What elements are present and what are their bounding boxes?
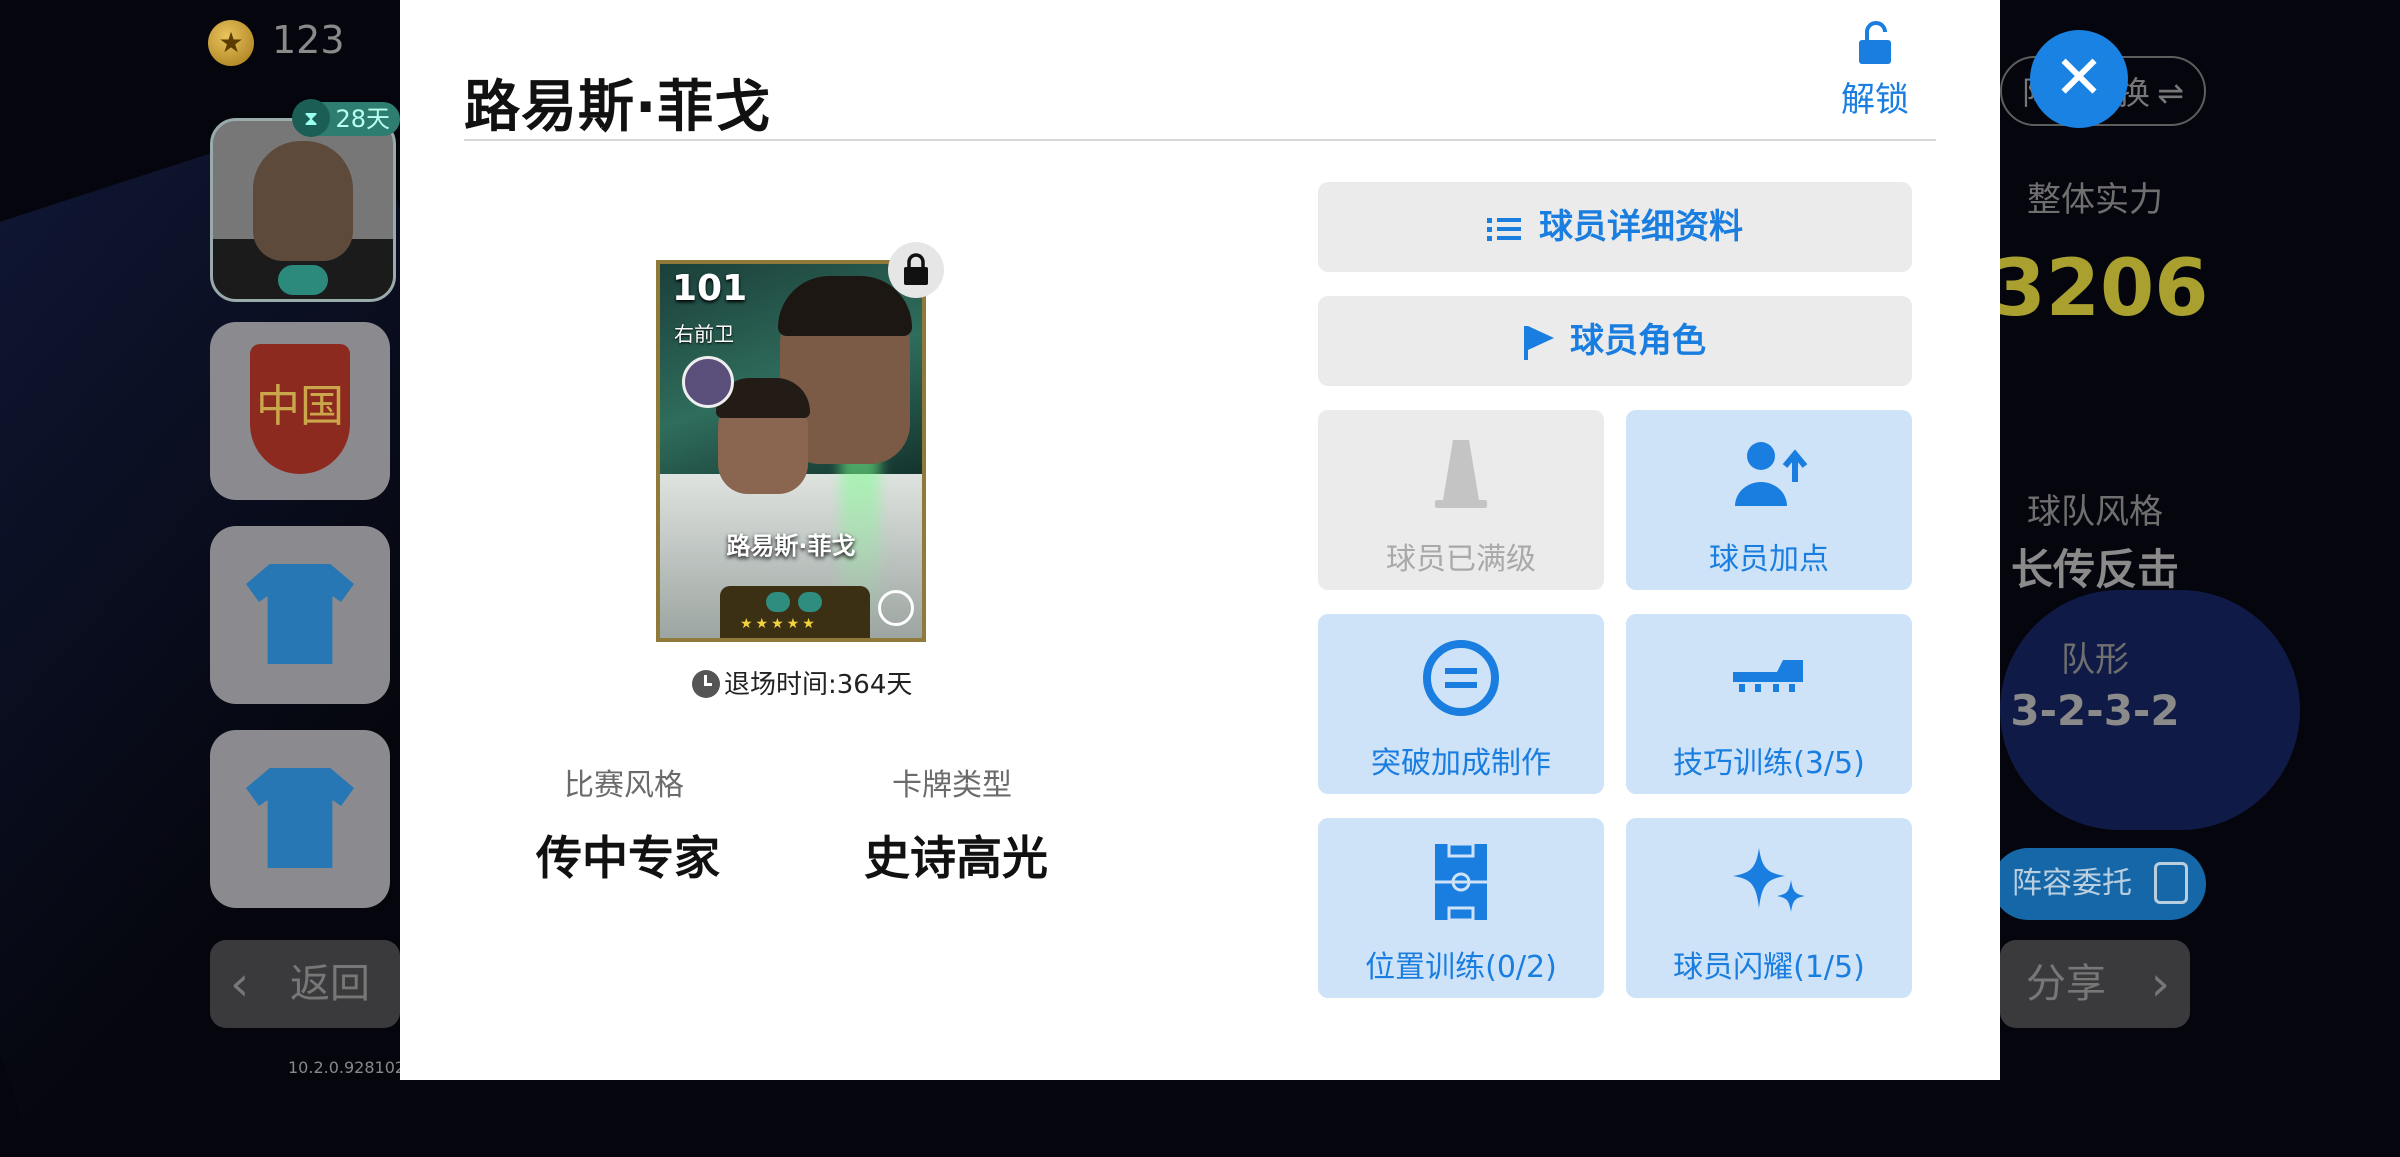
- entrust-label: 阵容委托: [2012, 866, 2132, 901]
- player-boost-icon: [1735, 442, 1808, 506]
- player-role-button[interactable]: 球员角色: [1318, 296, 1912, 386]
- unlock-button[interactable]: 解锁: [1820, 20, 1930, 121]
- efootball-logo-icon: [878, 590, 914, 626]
- swap-icon: ⇌: [2157, 74, 2184, 112]
- back-button[interactable]: ‹ 返回: [210, 940, 400, 1028]
- title-divider: [464, 139, 1936, 141]
- player-modal: 路易斯·菲戈 解锁 101 右前卫 路易斯·菲戈 ★★★★★ 退场时间:364天: [400, 0, 2000, 1080]
- player-name-title: 路易斯·菲戈: [464, 75, 772, 140]
- player-boost-tile[interactable]: 球员加点: [1626, 410, 1912, 590]
- team-style-label: 球队风格: [2027, 492, 2163, 532]
- breakthrough-label: 突破加成制作: [1371, 746, 1551, 781]
- boot-icon: [1733, 660, 1803, 692]
- card-type-label: 卡牌类型: [892, 768, 1012, 803]
- club-badge-icon: [682, 356, 734, 408]
- sparkle-icon: [1733, 848, 1805, 912]
- club-crest-text: 中国: [256, 381, 344, 432]
- overall-label: 整体实力: [2027, 180, 2163, 220]
- flag-icon: [1524, 325, 1554, 360]
- coin-count: 123: [272, 18, 345, 62]
- player-boost-label: 球员加点: [1709, 542, 1829, 577]
- overall-value: 3206: [1991, 244, 2209, 334]
- clock-icon: [692, 670, 720, 698]
- play-style-value: 传中专家: [536, 831, 720, 885]
- player-shine-tile[interactable]: 球员闪耀(1/5): [1626, 818, 1912, 998]
- card-stars: ★★★★★: [740, 616, 818, 632]
- list-icon: [1487, 216, 1521, 242]
- share-label: 分享: [2026, 961, 2106, 1007]
- formation-board-icon: [2154, 862, 2188, 904]
- pitch-icon: [1435, 842, 1487, 922]
- hourglass-icon: ⧗: [292, 99, 330, 137]
- card-type-value: 史诗高光: [864, 831, 1048, 885]
- skill-training-label: 技巧训练(3/5): [1673, 746, 1865, 781]
- breakthrough-tile[interactable]: 突破加成制作: [1318, 614, 1604, 794]
- max-level-label: 球员已满级: [1386, 542, 1536, 577]
- player-card[interactable]: 101 右前卫 路易斯·菲戈 ★★★★★: [656, 260, 926, 642]
- efootball-logo-icon: [1423, 640, 1499, 716]
- card-player-name: 路易斯·菲戈: [726, 532, 856, 560]
- jersey-icon: [246, 564, 354, 664]
- lock-icon: [904, 253, 928, 285]
- close-icon: ✕: [2053, 43, 2105, 113]
- chevron-left-icon: ‹: [230, 956, 250, 1012]
- player-details-button[interactable]: 球员详细资料: [1318, 182, 1912, 272]
- expiry-info: 退场时间:364天: [692, 664, 912, 701]
- formation-value: 3-2-3-2: [2010, 686, 2180, 735]
- team-style-value: 长传反击: [2010, 545, 2179, 594]
- away-kit-tile[interactable]: [210, 730, 390, 908]
- card-footer: ★★★★★: [720, 586, 870, 638]
- version-text: 10.2.0.9281029: [288, 1058, 416, 1077]
- share-button[interactable]: 分享 ›: [2000, 940, 2190, 1028]
- position-training-tile[interactable]: 位置训练(0/2): [1318, 818, 1604, 998]
- home-kit-tile[interactable]: [210, 526, 390, 704]
- days-remaining-badge: ⧗ 28天: [292, 99, 400, 137]
- player-thumbnail[interactable]: [210, 118, 396, 302]
- chevron-right-icon: ›: [2150, 956, 2170, 1012]
- entrust-lineup-button[interactable]: 阵容委托: [1992, 848, 2206, 920]
- close-button[interactable]: ✕: [2030, 30, 2128, 128]
- back-label: 返回: [290, 961, 370, 1007]
- play-style-label: 比赛风格: [564, 768, 684, 803]
- club-crest-tile[interactable]: 中国: [210, 322, 390, 500]
- card-lock-button[interactable]: [888, 242, 944, 298]
- player-shine-label: 球员闪耀(1/5): [1673, 950, 1865, 985]
- cone-icon: [1435, 440, 1487, 508]
- unlock-icon: [1859, 21, 1891, 64]
- formation-label: 队形: [2061, 640, 2129, 680]
- player-role-label: 球员角色: [1570, 321, 1706, 361]
- max-level-tile: 球员已满级: [1318, 410, 1604, 590]
- skill-training-tile[interactable]: 技巧训练(3/5): [1626, 614, 1912, 794]
- expiry-text: 退场时间:364天: [724, 670, 913, 700]
- days-remaining-text: 28天: [335, 105, 390, 133]
- position-training-label: 位置训练(0/2): [1365, 950, 1557, 985]
- unlock-label: 解锁: [1841, 80, 1909, 120]
- card-rating: 101: [672, 268, 748, 309]
- coin-icon: ★: [208, 20, 254, 66]
- card-position: 右前卫: [674, 322, 734, 346]
- jersey-icon: [246, 768, 354, 868]
- player-details-label: 球员详细资料: [1539, 207, 1743, 247]
